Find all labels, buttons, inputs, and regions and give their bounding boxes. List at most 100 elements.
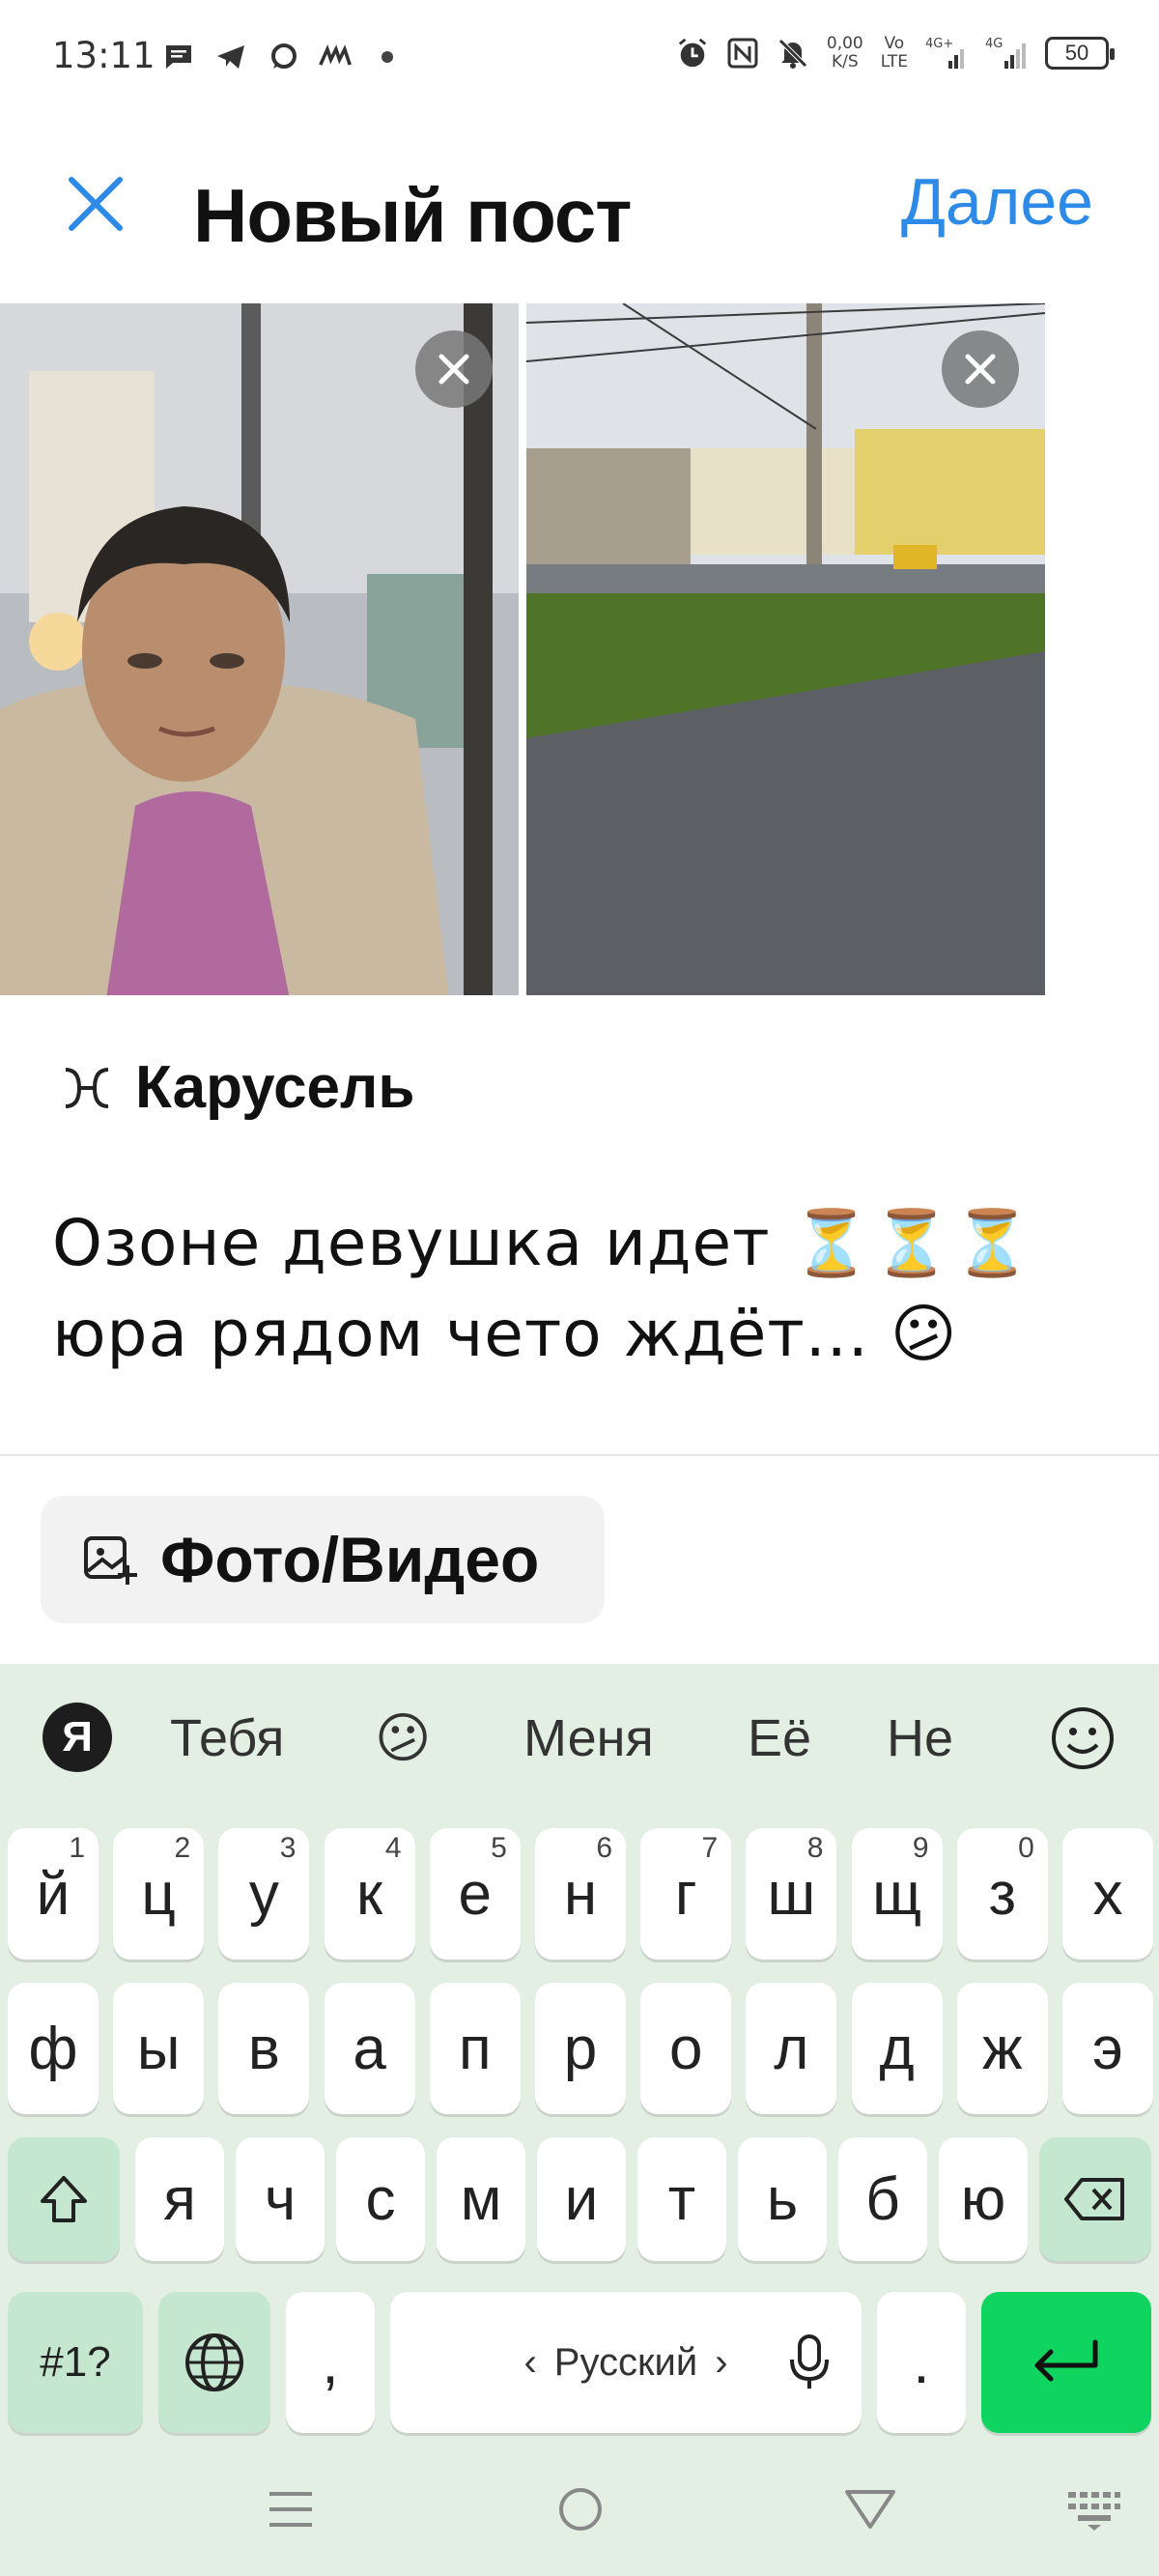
key-number-hint: 6 [596, 1832, 612, 1864]
more-dot-icon [371, 41, 404, 73]
mute-icon [777, 37, 809, 70]
key-row3-2[interactable]: с [336, 2137, 425, 2261]
message-icon [162, 41, 195, 73]
keyboard-hide-button[interactable] [1060, 2476, 1128, 2543]
caption-line-1: Озоне девушка идет ⏳⏳⏳ [52, 1206, 1033, 1280]
key-letter: х [1092, 1860, 1123, 1928]
key-row2-8[interactable]: д [851, 1983, 943, 2114]
key-row3-3[interactable]: м [437, 2137, 525, 2261]
remove-photo-2-button[interactable] [942, 330, 1019, 408]
key-number-hint: 7 [701, 1832, 719, 1864]
key-letter: е [458, 1860, 493, 1928]
battery-level: 50 [1064, 41, 1089, 65]
key-row1-3[interactable]: к4 [324, 1828, 415, 1960]
close-icon [438, 354, 469, 385]
app-logo-icon [319, 41, 352, 73]
enter-key[interactable] [981, 2292, 1151, 2433]
key-row1-9[interactable]: з0 [956, 1828, 1048, 1960]
key-row1-1[interactable]: ц2 [113, 1828, 205, 1960]
microphone-icon[interactable] [788, 2333, 831, 2392]
smiley-icon [1052, 1707, 1114, 1769]
language-key[interactable] [158, 2292, 270, 2433]
home-circle-icon [559, 2488, 602, 2531]
telegram-icon [214, 41, 247, 73]
notification-icons [162, 41, 404, 73]
back-nav-button[interactable] [836, 2476, 904, 2543]
key-row2-6[interactable]: о [640, 1983, 732, 2114]
space-key-label: ‹ Русский › [523, 2341, 727, 2385]
menu-nav-button[interactable] [257, 2476, 325, 2543]
carousel-toggle[interactable]: Карусель [60, 1053, 415, 1122]
key-letter: щ [872, 1860, 922, 1928]
key-row2-3[interactable]: а [324, 1983, 415, 2114]
period-key[interactable]: . [877, 2292, 966, 2433]
key-row2-5[interactable]: р [535, 1983, 626, 2114]
key-number-hint: 1 [69, 1832, 85, 1864]
key-row1-10[interactable]: х [1062, 1828, 1153, 1960]
caption-line-2: юра рядом чето ждёт... 😕 [52, 1297, 958, 1371]
divider [0, 1454, 1159, 1456]
suggestion-1[interactable]: Тебя [170, 1708, 284, 1768]
key-number-hint: 3 [279, 1832, 297, 1864]
caption-input[interactable]: Озоне девушка идет ⏳⏳⏳ юра рядом чето жд… [52, 1198, 1095, 1380]
key-letter: у [248, 1860, 279, 1928]
key-row3-0[interactable]: я [135, 2137, 224, 2261]
key-row3-8[interactable]: ю [939, 2137, 1028, 2261]
keyboard: Я Тебя 😕 Меня Её Не й1ц2у3к4е5н6г7ш8щ9з0… [0, 1664, 1159, 2576]
navigation-bar [0, 2448, 1159, 2576]
key-row1-5[interactable]: н6 [535, 1828, 626, 1960]
key-row2-0[interactable]: ф [8, 1983, 99, 2114]
key-letter: н [563, 1860, 598, 1928]
add-photo-video-button[interactable]: Фото/Видео [41, 1496, 605, 1623]
key-number-hint: 9 [912, 1832, 929, 1864]
remove-photo-1-button[interactable] [415, 330, 493, 408]
add-image-icon [84, 1536, 137, 1585]
home-nav-button[interactable] [547, 2476, 614, 2543]
backspace-key[interactable] [1039, 2137, 1151, 2261]
carousel-icon [65, 1067, 109, 1108]
selected-photo-street[interactable] [526, 303, 1045, 995]
key-row1-8[interactable]: щ9 [851, 1828, 943, 1960]
shift-key[interactable] [8, 2137, 120, 2261]
symbols-key[interactable]: #1? [8, 2292, 143, 2433]
emoji-panel-button[interactable] [1049, 1704, 1117, 1777]
selected-photo-selfie[interactable] [0, 303, 519, 995]
key-number-hint: 2 [174, 1832, 191, 1864]
space-key[interactable]: ‹ Русский › [390, 2292, 862, 2433]
key-row2-1[interactable]: ы [113, 1983, 205, 2114]
close-icon [965, 354, 996, 385]
space-language-label: Русский [553, 2340, 698, 2384]
key-row3-6[interactable]: ь [738, 2137, 827, 2261]
key-row1-4[interactable]: е5 [429, 1828, 521, 1960]
suggestion-2[interactable]: Меня [523, 1708, 654, 1768]
key-row2-7[interactable]: л [746, 1983, 837, 2114]
key-row2-9[interactable]: ж [956, 1983, 1048, 2114]
yandex-logo-button[interactable]: Я [42, 1703, 112, 1772]
suggestion-bar: Я Тебя 😕 Меня Её Не [0, 1664, 1159, 1815]
key-row2-10[interactable]: э [1062, 1983, 1153, 2114]
signal-4g-icon: 4G [985, 37, 1028, 70]
key-row3-5[interactable]: т [637, 2137, 726, 2261]
backspace-icon [1064, 2178, 1124, 2220]
next-button[interactable]: Далее [901, 164, 1093, 240]
key-row1-7[interactable]: ш8 [746, 1828, 837, 1960]
key-row2-4[interactable]: п [429, 1983, 521, 2114]
key-row3-4[interactable]: и [537, 2137, 626, 2261]
key-row1-6[interactable]: г7 [640, 1828, 732, 1960]
comma-key[interactable]: , [286, 2292, 375, 2433]
key-row1-0[interactable]: й1 [8, 1828, 99, 1960]
space-right-arrow: › [715, 2340, 728, 2384]
close-button[interactable] [60, 168, 131, 240]
chat-bubble-icon [267, 41, 299, 73]
key-row3-1[interactable]: ч [236, 2137, 325, 2261]
svg-text:4G: 4G [985, 37, 1003, 51]
space-left-arrow: ‹ [523, 2340, 537, 2384]
key-row1-2[interactable]: у3 [218, 1828, 310, 1960]
key-letter: й [36, 1860, 71, 1928]
suggestion-emoji[interactable]: 😕 [375, 1706, 431, 1770]
carousel-label: Карусель [135, 1054, 415, 1121]
suggestion-4[interactable]: Не [887, 1708, 953, 1768]
suggestion-3[interactable]: Её [748, 1708, 811, 1768]
key-row3-7[interactable]: б [838, 2137, 927, 2261]
key-row2-2[interactable]: в [218, 1983, 310, 2114]
